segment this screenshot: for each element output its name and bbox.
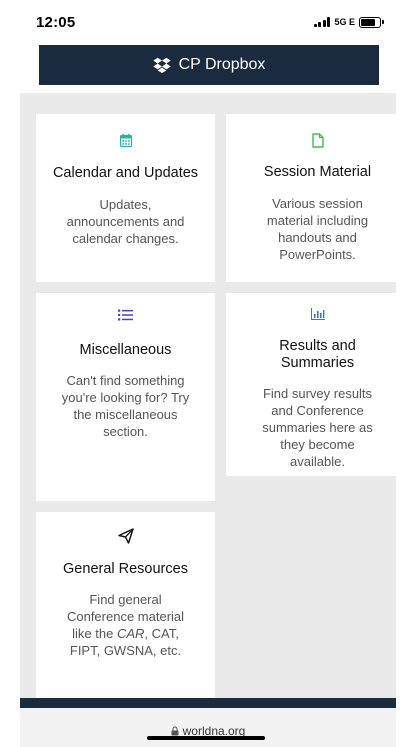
card-description: Updates, announcements and calendar chan… [66,197,185,246]
card-description: Find general Conference material like th… [66,592,185,658]
card-title: Session Material [263,164,372,180]
status-indicators: 5G E [313,16,384,28]
card-miscellaneous[interactable]: Miscellaneous Can't find something you'r… [36,293,215,501]
card-calendar-and-updates[interactable]: Calendar and Updates Updates, announceme… [36,114,215,282]
card-title: Calendar and Updates [52,165,199,181]
card-title: General Resources [63,561,188,577]
page-content: CP Dropbox Calendar and Updates Updates,… [20,44,396,698]
lock-icon [171,726,179,736]
bar-chart-icon [310,308,325,320]
status-bar: 12:05 5G E [0,0,415,44]
browser-address-bar[interactable]: worldna.org [20,708,396,747]
network-type: 5G E [334,17,355,27]
dropbox-label: CP Dropbox [178,56,266,73]
cp-dropbox-button[interactable]: CP Dropbox [39,45,379,85]
list-icon [118,309,133,321]
home-indicator[interactable] [147,736,265,740]
battery-icon [359,16,384,28]
signal-icon [313,17,331,27]
card-results-and-summaries[interactable]: Results and Summaries Find survey result… [226,293,396,476]
paper-plane-icon [117,528,134,544]
dropbox-panel: CP Dropbox [20,44,396,93]
footer-strip [20,698,396,708]
card-general-resources[interactable]: General Resources Find general Conferenc… [36,512,215,698]
card-title: Miscellaneous [79,342,172,358]
card-description: Can't find something you're looking for?… [61,373,190,439]
document-icon [311,133,324,148]
url-display[interactable]: worldna.org [171,715,245,747]
dropbox-icon [152,57,171,73]
card-session-material[interactable]: Session Material Various session materia… [226,114,396,282]
calendar-icon [119,134,132,147]
card-title: Results and Summaries [279,338,356,371]
card-description: Various session material including hando… [266,196,369,262]
status-time: 12:05 [36,13,76,31]
card-description: Find survey results and Conference summa… [262,386,373,469]
